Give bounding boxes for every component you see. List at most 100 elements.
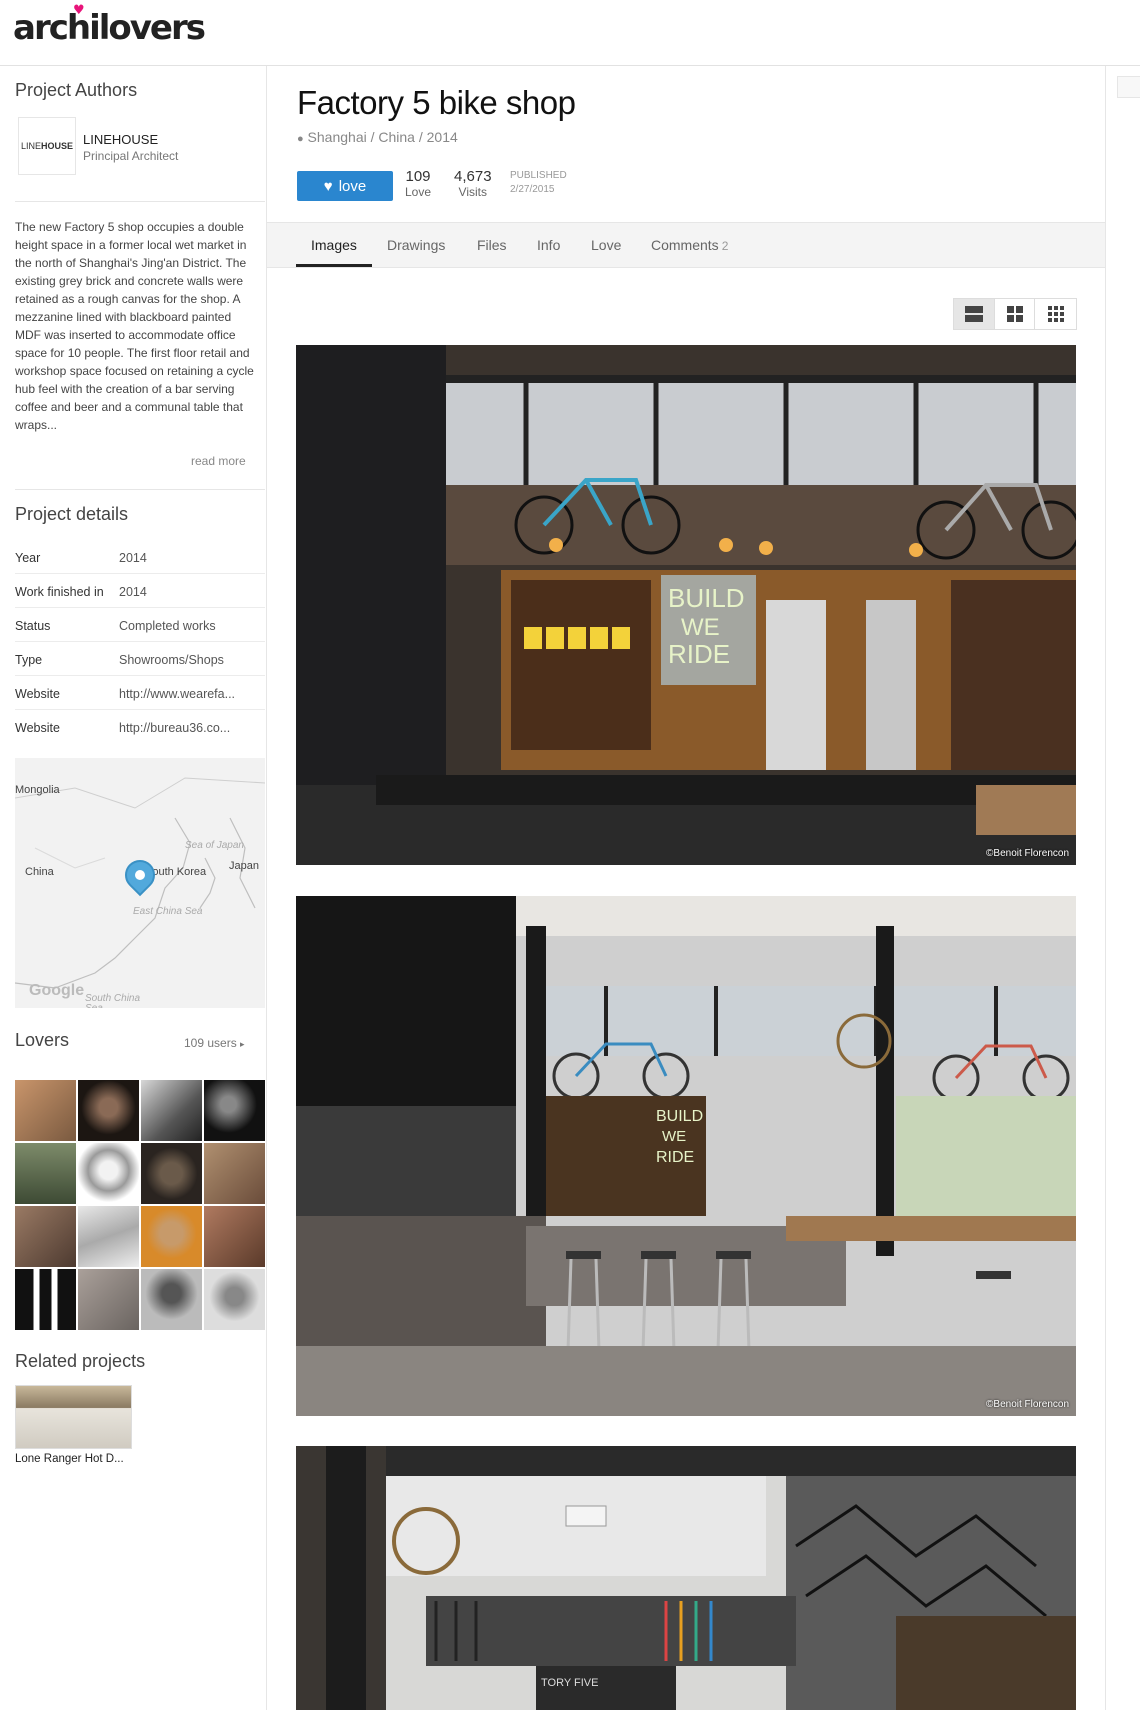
detail-row-website: Website http://bureau36.co... xyxy=(15,710,265,744)
single-column-icon xyxy=(964,306,983,322)
related-project-thumbnail[interactable] xyxy=(15,1385,132,1449)
tab-love[interactable]: Love xyxy=(591,237,621,253)
top-bar: archilovers ♥ xyxy=(0,0,1140,66)
detail-row-type: Type Showrooms/Shops xyxy=(15,642,265,676)
project-photo[interactable]: BUILD WE RIDE ©Benoit Florencon xyxy=(296,345,1076,865)
location-map[interactable]: Mongolia China South Korea Japan Sea of … xyxy=(15,758,265,1008)
lovers-grid xyxy=(15,1080,265,1330)
photo-sign-text: RIDE xyxy=(656,1149,694,1166)
published-label: PUBLISHED xyxy=(510,170,567,181)
location-text: Shanghai / China / 2014 xyxy=(307,129,458,145)
photo-sign-text: BUILD xyxy=(668,583,745,613)
right-rail xyxy=(1105,66,1140,1710)
photo-sign-text: WE xyxy=(681,614,720,641)
avatar[interactable] xyxy=(78,1080,139,1141)
love-button[interactable]: ♥ love xyxy=(297,171,393,201)
photo-sign-text: WE xyxy=(662,1128,686,1145)
detail-value: Completed works xyxy=(119,619,216,633)
visits-count: 4,673 xyxy=(454,168,492,185)
detail-row-status: Status Completed works xyxy=(15,608,265,642)
detail-key: Work finished in xyxy=(15,585,104,599)
photo-illustration: BUILD WE RIDE xyxy=(296,345,1076,865)
author-logo[interactable]: LINE HOUSE xyxy=(18,117,76,175)
view-small-button[interactable] xyxy=(1035,299,1076,329)
comments-count: 2 xyxy=(721,239,729,253)
avatar[interactable] xyxy=(15,1143,76,1204)
project-authors-heading: Project Authors xyxy=(15,80,138,100)
tab-comments[interactable]: Comments 2 xyxy=(651,237,728,253)
view-medium-button[interactable] xyxy=(994,299,1036,329)
avatar[interactable] xyxy=(15,1080,76,1141)
related-project-title[interactable]: Lone Ranger Hot D... xyxy=(15,1453,124,1465)
visits-stat: 4,673 Visits xyxy=(454,168,492,199)
love-button-label: love xyxy=(338,177,367,195)
project-description: The new Factory 5 shop occupies a double… xyxy=(15,220,254,432)
avatar[interactable] xyxy=(141,1206,202,1267)
map-sea-label: South China Sea xyxy=(85,993,141,1009)
detail-key: Status xyxy=(15,619,51,633)
active-tab-indicator xyxy=(296,264,372,267)
visits-label: Visits xyxy=(458,185,487,199)
project-photo[interactable]: BUILD WE RIDE ©Benoit Florencon xyxy=(296,896,1076,1416)
photo-credit: ©Benoit Florencon xyxy=(986,848,1069,859)
archilovers-logo[interactable]: archilovers ♥ xyxy=(13,3,206,48)
avatar[interactable] xyxy=(141,1269,202,1330)
map-sea-label: Sea of Japan xyxy=(185,840,244,851)
grid-3-icon xyxy=(1047,306,1064,322)
detail-value: 2014 xyxy=(119,551,147,565)
lovers-count-link[interactable]: 109 users ▸ xyxy=(184,1036,245,1050)
lovers-heading: Lovers xyxy=(15,1030,70,1050)
tab-comments-label: Comments xyxy=(651,237,719,253)
website-link[interactable]: http://bureau36.co... xyxy=(119,721,259,735)
avatar[interactable] xyxy=(78,1206,139,1267)
photo-illustration: TORY FIVE xyxy=(296,1446,1076,1710)
tab-bar: Images Drawings Files Info Love Comments… xyxy=(267,222,1105,268)
love-label: Love xyxy=(405,185,432,199)
heart-icon: ♥ xyxy=(323,177,333,195)
avatar[interactable] xyxy=(204,1143,265,1204)
avatar[interactable] xyxy=(15,1269,76,1330)
avatar[interactable] xyxy=(204,1206,265,1267)
lovers-count-text: 109 users xyxy=(184,1036,237,1050)
avatar[interactable] xyxy=(141,1080,202,1141)
author-logo-light: LINE xyxy=(20,141,41,151)
view-toggle xyxy=(953,298,1077,330)
author-role: Principal Architect xyxy=(83,149,179,163)
grid-2-icon xyxy=(1006,306,1023,322)
share-widget[interactable] xyxy=(1117,76,1140,98)
divider xyxy=(15,201,265,202)
tab-images[interactable]: Images xyxy=(311,237,357,253)
avatar[interactable] xyxy=(204,1080,265,1141)
avatar[interactable] xyxy=(78,1143,139,1204)
photo-sign-text: BUILD xyxy=(656,1108,703,1125)
divider xyxy=(15,489,265,490)
detail-key: Website xyxy=(15,687,60,701)
map-label: Mongolia xyxy=(15,784,60,796)
avatar[interactable] xyxy=(204,1269,265,1330)
avatar[interactable] xyxy=(78,1269,139,1330)
author-logo-bold: HOUSE xyxy=(41,141,74,151)
read-more-link[interactable]: read more xyxy=(191,454,246,468)
view-large-button[interactable] xyxy=(954,299,995,329)
tab-drawings[interactable]: Drawings xyxy=(387,237,445,253)
location-pin-icon: ● xyxy=(297,133,304,145)
avatar[interactable] xyxy=(141,1143,202,1204)
detail-key: Type xyxy=(15,653,43,667)
published-info: PUBLISHED 2/27/2015 xyxy=(510,169,567,197)
project-details-heading: Project details xyxy=(15,504,129,524)
detail-value[interactable]: Showrooms/Shops xyxy=(119,653,259,667)
tab-files[interactable]: Files xyxy=(477,237,507,253)
detail-row-website: Website http://www.wearefa... xyxy=(15,676,265,710)
google-logo: Google xyxy=(29,982,85,999)
photo-sign-text: TORY FIVE xyxy=(541,1677,598,1689)
website-link[interactable]: http://www.wearefa... xyxy=(119,687,259,701)
photo-credit: ©Benoit Florencon xyxy=(986,1399,1069,1410)
detail-key: Website xyxy=(15,721,60,735)
detail-key: Year xyxy=(15,551,41,565)
tab-info[interactable]: Info xyxy=(537,237,560,253)
project-photo[interactable]: TORY FIVE xyxy=(296,1446,1076,1710)
avatar[interactable] xyxy=(15,1206,76,1267)
map-label: Japan xyxy=(229,860,259,872)
related-projects-heading: Related projects xyxy=(15,1351,146,1371)
author-name[interactable]: LINEHOUSE xyxy=(83,132,158,147)
